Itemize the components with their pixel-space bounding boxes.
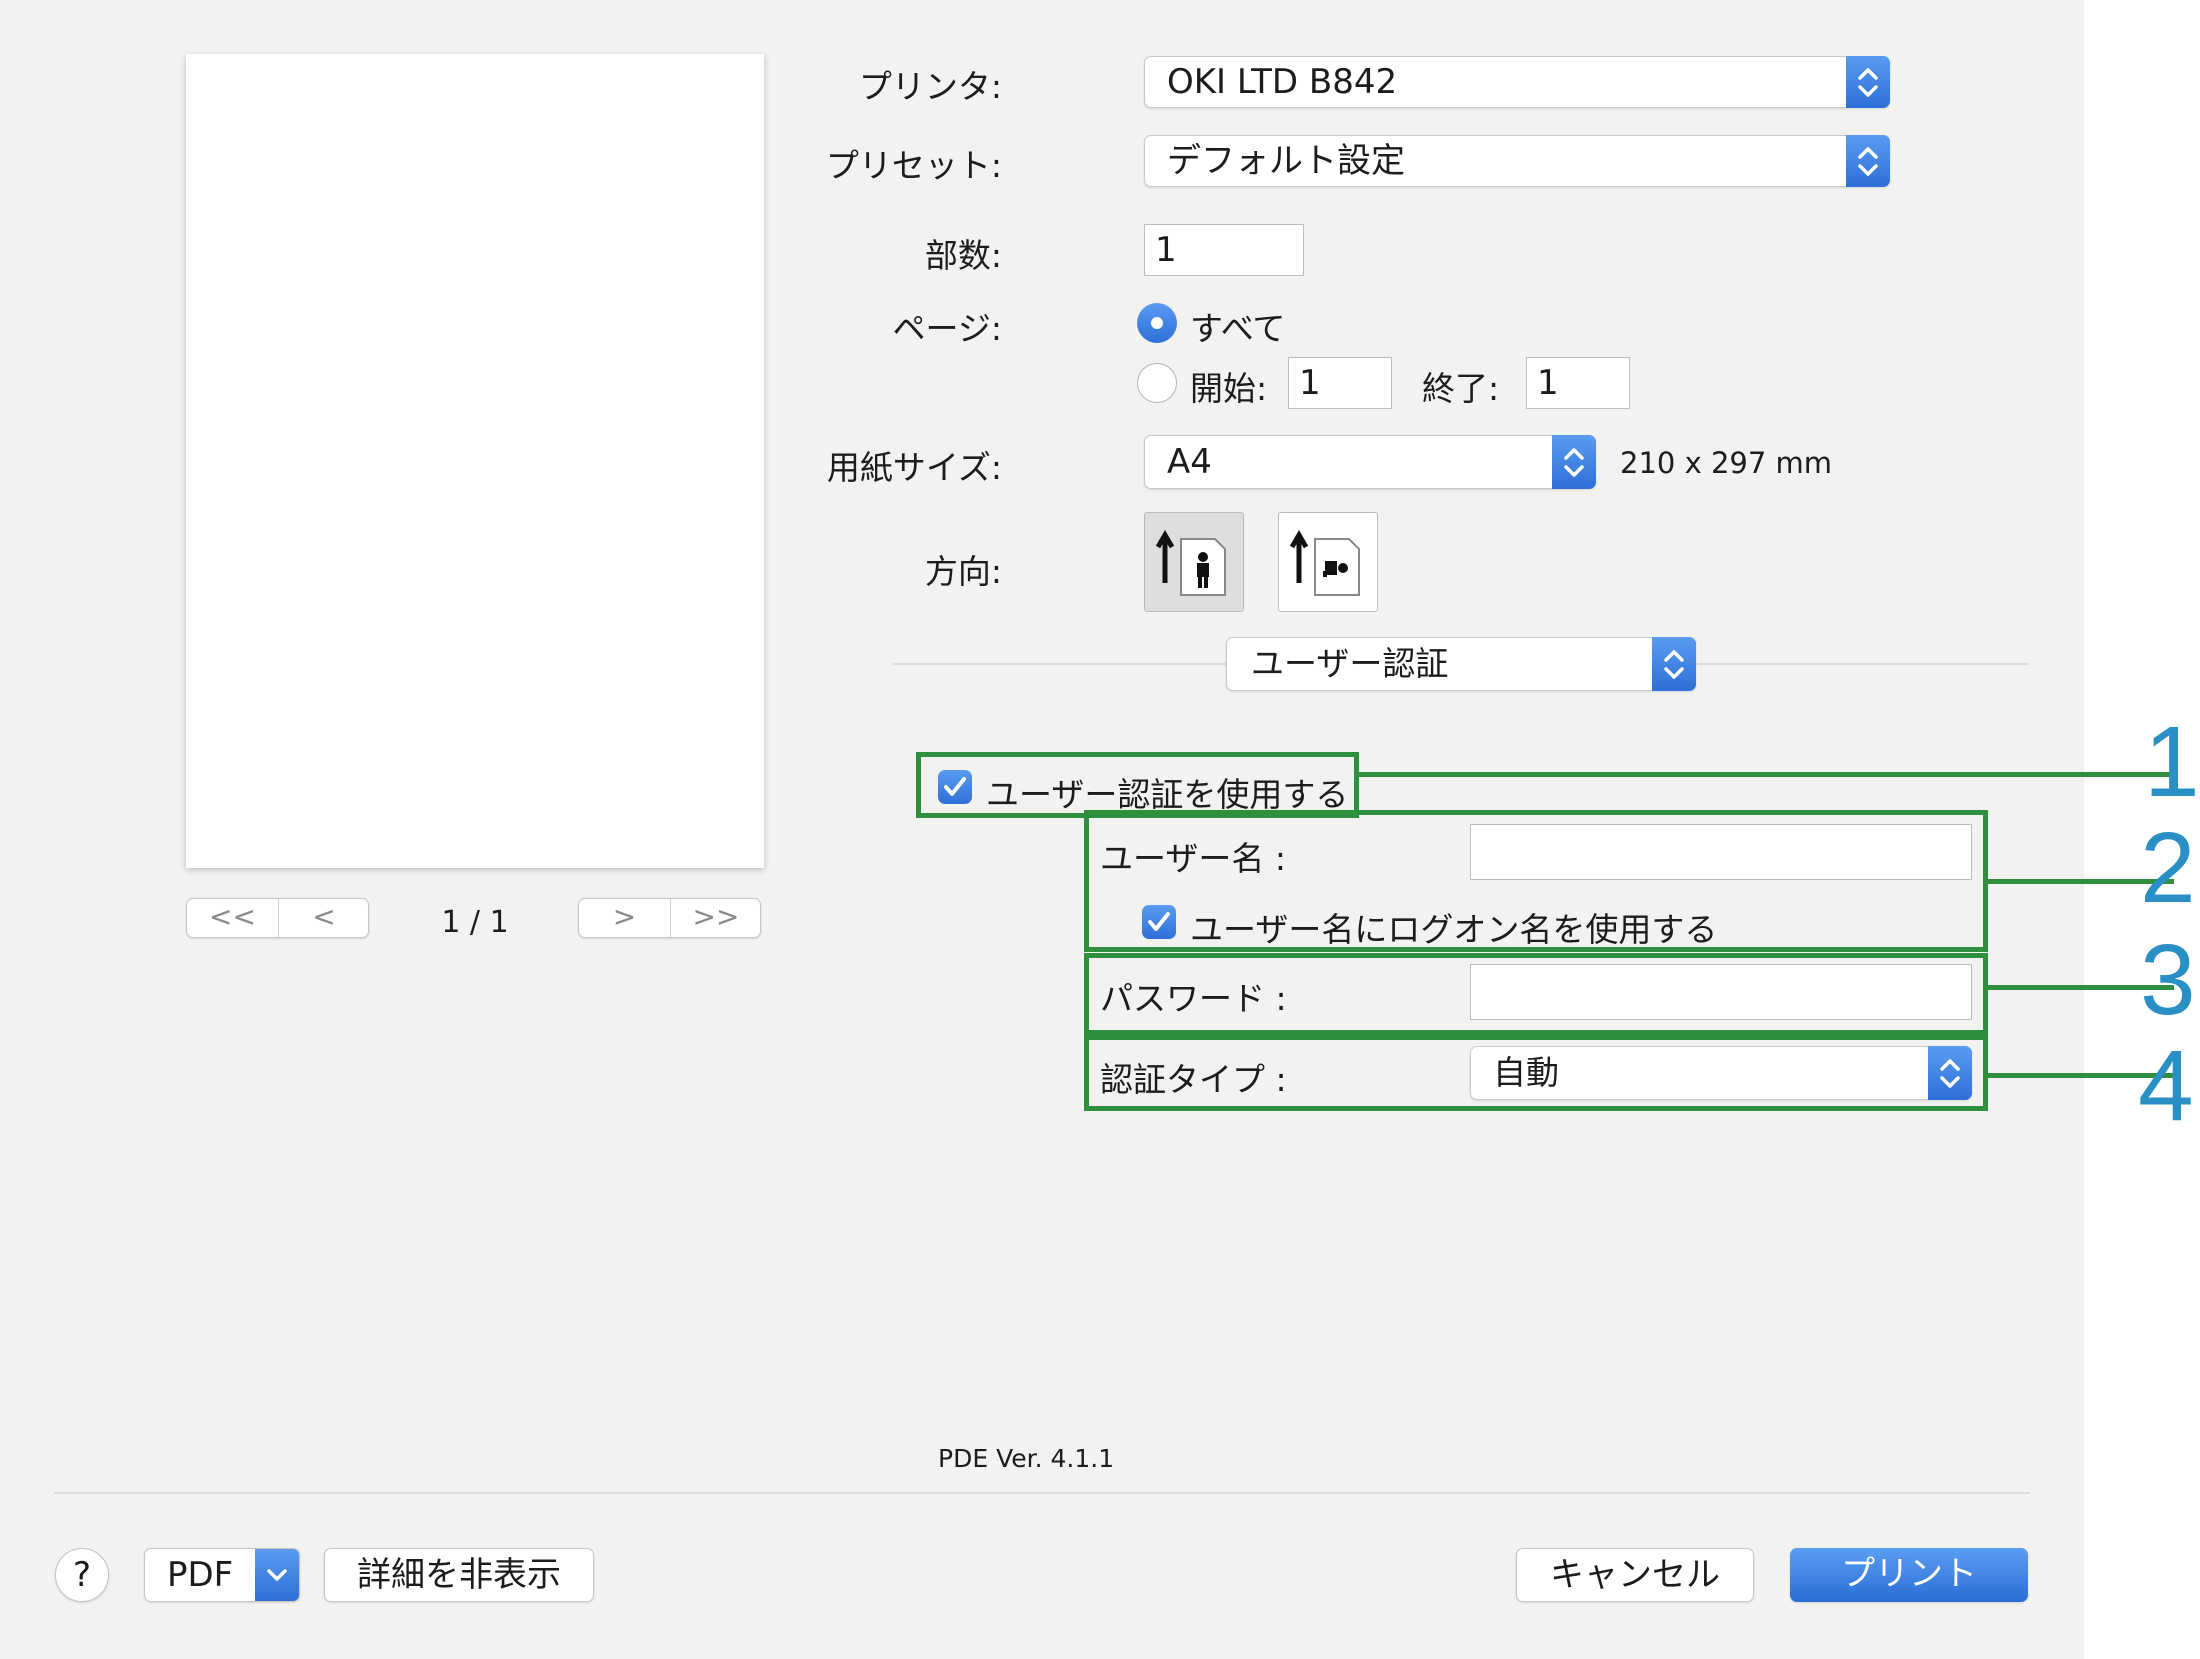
version-text: PDE Ver. 4.1.1 bbox=[938, 1444, 1115, 1473]
preset-label: プリセット: bbox=[825, 146, 1002, 185]
pages-from-label: 開始: bbox=[1190, 369, 1268, 408]
paper-dimensions: 210 x 297 mm bbox=[1620, 446, 1833, 480]
paper-size-label: 用紙サイズ: bbox=[826, 448, 1002, 487]
nav-next-last-group: > >> bbox=[578, 898, 761, 938]
help-icon: ? bbox=[72, 1555, 92, 1595]
panel-selector[interactable]: ユーザー認証 bbox=[1226, 637, 1696, 691]
callout-number-3: 3 bbox=[2140, 924, 2196, 1036]
last-page-button[interactable]: >> bbox=[671, 899, 761, 937]
pages-label: ページ: bbox=[892, 309, 1002, 348]
hide-details-button[interactable]: 詳細を非表示 bbox=[324, 1548, 594, 1602]
nav-first-prev-group: << < bbox=[186, 898, 369, 938]
preset-select[interactable]: デフォルト設定 bbox=[1144, 135, 1890, 187]
next-page-button[interactable]: > bbox=[579, 899, 671, 937]
landscape-orientation-icon bbox=[1289, 530, 1360, 596]
paper-size-value: A4 bbox=[1167, 442, 1212, 482]
callout-leader-1 bbox=[1358, 772, 2174, 777]
portrait-orientation-icon bbox=[1155, 530, 1226, 596]
pdf-label: PDF bbox=[167, 1555, 234, 1595]
pages-all-label: すべて bbox=[1190, 309, 1286, 348]
pages-to-label: 終了: bbox=[1422, 369, 1500, 408]
printer-stepper-icon bbox=[1846, 56, 1890, 108]
paper-size-stepper-icon bbox=[1552, 435, 1596, 489]
first-page-button[interactable]: << bbox=[187, 899, 279, 937]
pdf-dropdown-icon bbox=[255, 1549, 299, 1601]
pages-to-field[interactable]: 1 bbox=[1526, 357, 1630, 409]
callout-box-3 bbox=[1084, 953, 1988, 1035]
preset-stepper-icon bbox=[1846, 135, 1890, 187]
pdf-menu-button[interactable]: PDF bbox=[144, 1548, 300, 1602]
callout-number-1: 1 bbox=[2144, 706, 2200, 818]
cancel-button[interactable]: キャンセル bbox=[1516, 1548, 1754, 1602]
copies-label: 部数: bbox=[924, 236, 1002, 275]
page-preview bbox=[186, 54, 764, 868]
callout-box-2 bbox=[1084, 810, 1988, 952]
callout-number-2: 2 bbox=[2140, 812, 2196, 924]
orientation-label: 方向: bbox=[924, 552, 1002, 591]
paper-size-select[interactable]: A4 bbox=[1144, 435, 1596, 489]
callout-number-4: 4 bbox=[2138, 1030, 2194, 1142]
panel-selector-stepper-icon bbox=[1652, 637, 1696, 691]
copies-field[interactable]: 1 bbox=[1144, 224, 1304, 276]
pages-all-radio[interactable] bbox=[1137, 303, 1177, 343]
printer-select[interactable]: OKI LTD B842 bbox=[1144, 56, 1890, 108]
preset-value: デフォルト設定 bbox=[1167, 141, 1405, 181]
pages-range-radio[interactable] bbox=[1137, 363, 1177, 403]
callout-box-4 bbox=[1084, 1035, 1988, 1111]
callout-box-1 bbox=[916, 752, 1359, 818]
printer-value: OKI LTD B842 bbox=[1167, 62, 1398, 102]
printer-label: プリンタ: bbox=[858, 67, 1002, 106]
orientation-portrait-button[interactable] bbox=[1144, 512, 1244, 612]
page-indicator: 1 / 1 bbox=[441, 905, 509, 940]
previous-page-button[interactable]: < bbox=[279, 899, 369, 937]
pages-from-field[interactable]: 1 bbox=[1288, 357, 1392, 409]
footer-separator bbox=[54, 1492, 2030, 1494]
print-button[interactable]: プリント bbox=[1790, 1548, 2028, 1602]
help-button[interactable]: ? bbox=[55, 1548, 109, 1602]
panel-selector-value: ユーザー認証 bbox=[1251, 644, 1449, 683]
orientation-landscape-button[interactable] bbox=[1278, 512, 1378, 612]
